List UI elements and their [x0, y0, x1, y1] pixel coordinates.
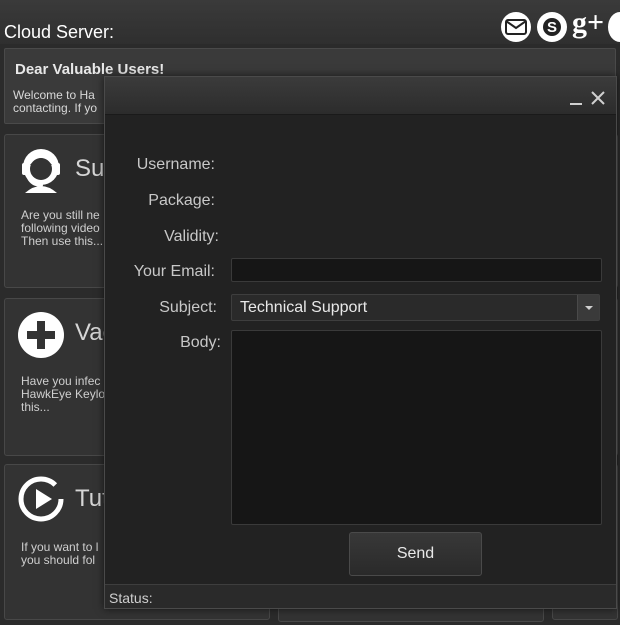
google-plus-icon[interactable]: g+	[572, 6, 604, 40]
skype-icon[interactable]: S	[537, 12, 567, 42]
notice-line: contacting. If yo	[13, 101, 98, 115]
svg-text:S: S	[547, 19, 557, 36]
close-icon[interactable]	[589, 89, 607, 107]
email-input[interactable]	[231, 258, 602, 282]
play-circle-icon	[17, 475, 65, 523]
minimize-icon[interactable]	[567, 89, 585, 107]
send-button[interactable]: Send	[349, 532, 482, 576]
support-agent-icon	[17, 145, 65, 193]
top-bar: Cloud Server: S g+	[0, 0, 620, 44]
notice-text: Welcome to Ha contacting. If yo	[13, 89, 97, 115]
validity-label: Validity:	[164, 228, 219, 245]
body-label: Body:	[180, 334, 221, 351]
globe-icon[interactable]	[608, 12, 620, 42]
card-text: Are you still ne following video Then us…	[21, 209, 103, 248]
body-textarea[interactable]	[231, 330, 602, 525]
card-text: Have you infec HawkEye Keylo this...	[21, 375, 105, 414]
plus-circle-icon	[17, 311, 65, 359]
status-bar: Status:	[105, 584, 616, 608]
subject-value: Technical Support	[240, 299, 368, 316]
dialog-titlebar[interactable]	[105, 77, 616, 115]
chevron-down-icon[interactable]	[577, 295, 599, 320]
support-dialog: Username: Package: Validity: Your Email:…	[104, 76, 617, 609]
card-text: If you want to l you should fol	[21, 541, 98, 567]
subject-select[interactable]: Technical Support	[231, 294, 600, 321]
app-title: Cloud Server:	[4, 22, 115, 42]
subject-label: Subject:	[159, 299, 217, 316]
package-label: Package:	[148, 192, 215, 209]
username-label: Username:	[136, 156, 215, 173]
card-line: you should fol	[21, 553, 96, 567]
card-line: Then use this...	[21, 234, 104, 248]
email-label: Your Email:	[133, 263, 215, 280]
card-line: this...	[21, 400, 50, 414]
status-label: Status:	[109, 590, 153, 606]
email-icon[interactable]	[501, 12, 531, 42]
